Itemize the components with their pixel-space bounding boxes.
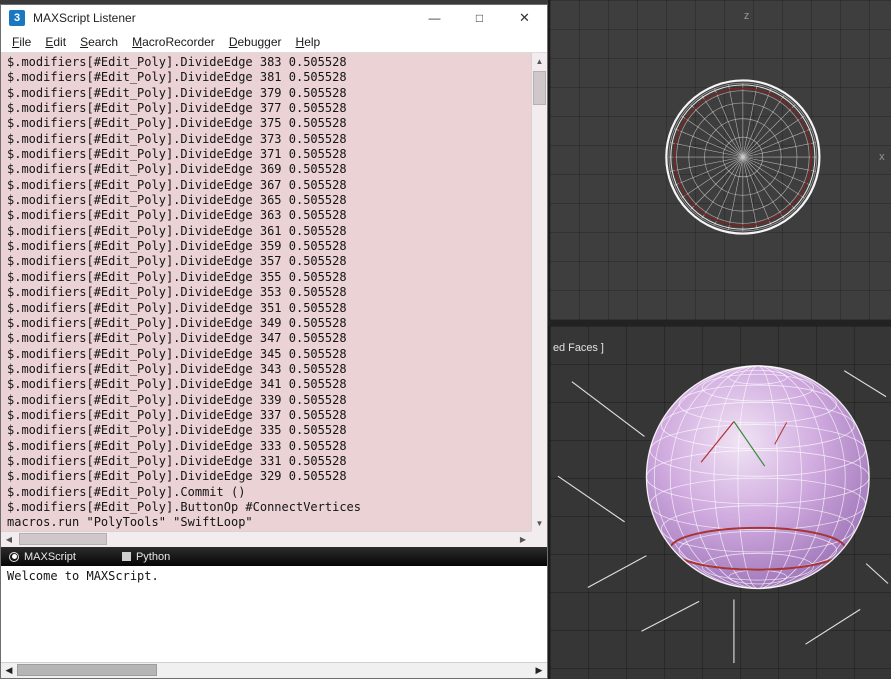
maxscript-listener-window: 3 MAXScript Listener — □ ✕ File Edit Sea… — [0, 4, 548, 679]
titlebar[interactable]: 3 MAXScript Listener — □ ✕ — [1, 5, 547, 31]
scroll-down-icon[interactable]: ▼ — [532, 515, 547, 531]
listener-line: $.modifiers[#Edit_Poly].DivideEdge 357 0… — [7, 254, 347, 269]
listener-line: $.modifiers[#Edit_Poly].DivideEdge 383 0… — [7, 55, 347, 69]
window-title: MAXScript Listener — [33, 11, 136, 25]
listener-line: $.modifiers[#Edit_Poly].Commit () — [7, 484, 246, 499]
maxscript-radio-label[interactable]: MAXScript — [24, 551, 76, 563]
python-radio-label[interactable]: Python — [136, 551, 170, 563]
viewport-top-ortho[interactable]: z x — [548, 0, 891, 320]
scrollbar-corner — [531, 531, 547, 547]
listener-line: $.modifiers[#Edit_Poly].DivideEdge 339 0… — [7, 392, 347, 407]
close-button[interactable]: ✕ — [502, 5, 547, 31]
listener-line: $.modifiers[#Edit_Poly].DivideEdge 365 0… — [7, 193, 347, 208]
listener-line: $.modifiers[#Edit_Poly].DivideEdge 347 0… — [7, 331, 347, 346]
listener-line: $.modifiers[#Edit_Poly].DivideEdge 367 0… — [7, 177, 347, 192]
listener-line: $.modifiers[#Edit_Poly].DivideEdge 353 0… — [7, 285, 347, 300]
listener-line: $.modifiers[#Edit_Poly].DivideEdge 377 0… — [7, 101, 347, 116]
listener-line: $.modifiers[#Edit_Poly].DivideEdge 361 0… — [7, 223, 347, 238]
listener-line: $.modifiers[#Edit_Poly].DivideEdge 331 0… — [7, 453, 347, 468]
top-viewport-canvas[interactable]: z x — [550, 0, 891, 320]
scroll-left-icon[interactable]: ◀ — [1, 532, 17, 547]
menu-macrorecorder[interactable]: MacroRecorder — [125, 35, 222, 49]
top-sphere-wireframe — [665, 79, 821, 235]
minimize-button[interactable]: — — [412, 5, 457, 31]
menu-debugger[interactable]: Debugger — [222, 35, 289, 49]
horizontal-scroll-thumb[interactable] — [19, 533, 107, 545]
vertical-scroll-thumb[interactable] — [533, 71, 546, 105]
output-horizontal-scrollbar[interactable]: ◀ ▶ — [1, 662, 547, 678]
viewport-shading-label: ed Faces ] — [553, 342, 604, 354]
axis-z-label: z — [744, 10, 749, 22]
listener-line: $.modifiers[#Edit_Poly].DivideEdge 355 0… — [7, 269, 347, 284]
bottom-viewport-canvas[interactable]: ed Faces ] — [550, 326, 891, 679]
language-selector-bar: MAXScript Python — [1, 547, 547, 566]
maximize-button[interactable]: □ — [457, 5, 502, 31]
menubar: File Edit Search MacroRecorder Debugger … — [1, 31, 547, 53]
output-scroll-thumb[interactable] — [17, 664, 157, 676]
app-icon: 3 — [9, 10, 25, 26]
listener-line: $.modifiers[#Edit_Poly].DivideEdge 375 0… — [7, 116, 347, 131]
listener-line: $.modifiers[#Edit_Poly].DivideEdge 371 0… — [7, 147, 347, 162]
listener-line: $.modifiers[#Edit_Poly].DivideEdge 337 0… — [7, 407, 347, 422]
listener-line: $.modifiers[#Edit_Poly].DivideEdge 359 0… — [7, 239, 347, 254]
listener-output-pane[interactable]: Welcome to MAXScript. — [1, 566, 547, 662]
listener-line: $.modifiers[#Edit_Poly].DivideEdge 363 0… — [7, 208, 347, 223]
menu-help[interactable]: Help — [289, 35, 328, 49]
listener-line: $.modifiers[#Edit_Poly].DivideEdge 379 0… — [7, 85, 347, 100]
output-scroll-right-icon[interactable]: ▶ — [531, 663, 547, 678]
menu-edit[interactable]: Edit — [38, 35, 73, 49]
menu-search[interactable]: Search — [73, 35, 125, 49]
listener-line: $.modifiers[#Edit_Poly].DivideEdge 349 0… — [7, 315, 347, 330]
listener-horizontal-scrollbar[interactable]: ◀ ▶ — [1, 531, 531, 547]
python-radio[interactable] — [121, 552, 131, 561]
listener-line: $.modifiers[#Edit_Poly].DivideEdge 335 0… — [7, 423, 347, 438]
macro-recorder-pane[interactable]: $.modifiers[#Edit_Poly].DivideEdge 383 0… — [1, 53, 531, 531]
listener-line: $.modifiers[#Edit_Poly].DivideEdge 345 0… — [7, 346, 347, 361]
maxscript-radio[interactable] — [9, 551, 19, 562]
axis-x-label: x — [879, 151, 885, 163]
listener-line: $.modifiers[#Edit_Poly].DivideEdge 343 0… — [7, 361, 347, 376]
output-scroll-left-icon[interactable]: ◀ — [1, 663, 17, 678]
listener-line: $.modifiers[#Edit_Poly].DivideEdge 329 0… — [7, 469, 347, 484]
listener-line: $.modifiers[#Edit_Poly].DivideEdge 333 0… — [7, 438, 347, 453]
listener-line: $.modifiers[#Edit_Poly].DivideEdge 341 0… — [7, 377, 347, 392]
listener-line: $.modifiers[#Edit_Poly].ButtonOp #Connec… — [7, 499, 362, 514]
listener-line: $.modifiers[#Edit_Poly].DivideEdge 369 0… — [7, 162, 347, 177]
listener-vertical-scrollbar[interactable]: ▲ ▼ — [531, 53, 547, 531]
sphere-shaded — [646, 365, 870, 589]
listener-line: macros.run "PolyTools" "SwiftLoop" — [7, 515, 253, 530]
menu-file[interactable]: File — [5, 35, 38, 49]
scroll-up-icon[interactable]: ▲ — [532, 53, 547, 69]
listener-line: $.modifiers[#Edit_Poly].DivideEdge 351 0… — [7, 300, 347, 315]
viewport-bottom-perspective[interactable]: ed Faces ] — [548, 326, 891, 679]
scroll-right-icon[interactable]: ▶ — [515, 532, 531, 547]
listener-line: $.modifiers[#Edit_Poly].DivideEdge 381 0… — [7, 70, 347, 85]
listener-line: $.modifiers[#Edit_Poly].DivideEdge 373 0… — [7, 131, 347, 146]
